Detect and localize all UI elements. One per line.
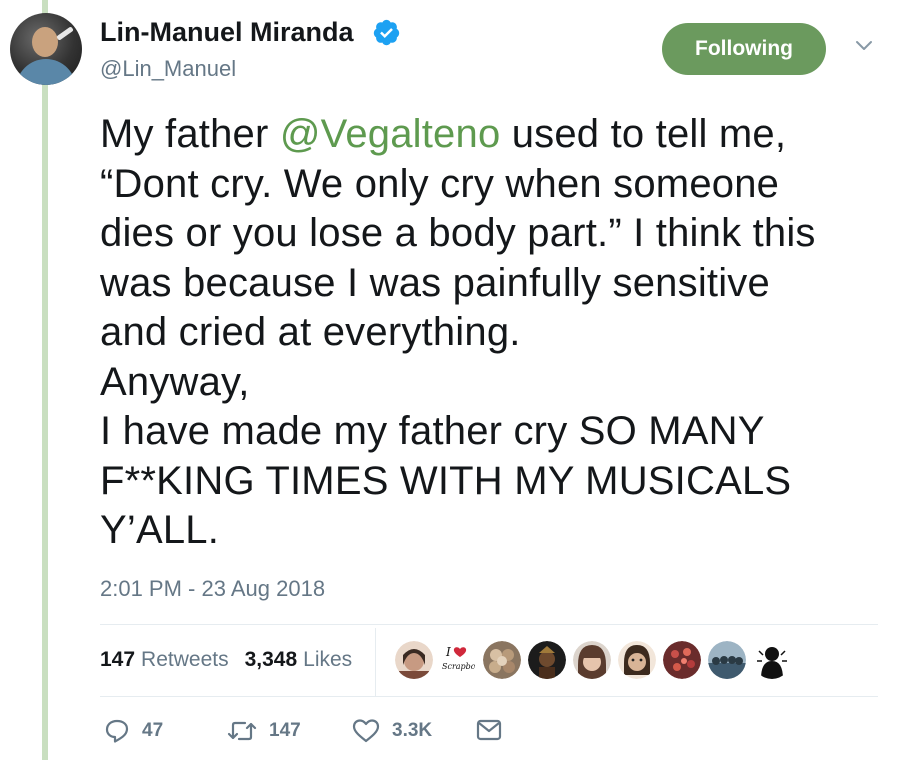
tweet-text-segment: My father — [100, 112, 280, 156]
liker-avatar[interactable] — [663, 641, 701, 679]
tweet-text: My father @Vegalteno used to tell me, “D… — [100, 110, 890, 556]
stats-separator — [375, 628, 376, 696]
retweet-icon — [227, 721, 257, 741]
mention-link[interactable]: @Vegalteno — [280, 112, 501, 156]
thread-line — [42, 0, 48, 760]
liker-avatar[interactable]: I Scrapbookin — [438, 641, 476, 679]
liker-avatar[interactable] — [618, 641, 656, 679]
liker-avatar[interactable] — [753, 641, 791, 679]
liker-avatar[interactable] — [395, 641, 433, 679]
tweet-line: “Dont cry. We only cry when someone — [100, 161, 780, 206]
tweet-text-segment: used to tell me, — [500, 112, 787, 156]
verified-badge-icon — [373, 19, 400, 46]
avatar-face — [32, 27, 58, 57]
reply-icon — [105, 719, 129, 743]
divider — [100, 696, 878, 697]
liker-avatar[interactable] — [573, 641, 611, 679]
tweet-line: was because I was painfully sensitive — [100, 260, 770, 305]
retweets-count: 147 — [100, 648, 136, 671]
tweet-line: F**KING TIMES WITH MY MUSICALS — [100, 458, 792, 503]
author-avatar[interactable] — [10, 13, 82, 85]
avatar-shirt — [16, 59, 76, 85]
author-handle[interactable]: @Lin_Manuel — [100, 56, 236, 82]
chevron-down-icon[interactable] — [854, 38, 874, 54]
envelope-icon — [476, 719, 502, 741]
like-count: 3.3K — [392, 720, 433, 741]
tweet-line: Anyway, — [100, 359, 250, 404]
direct-message-button[interactable] — [476, 718, 502, 742]
tweet-stats: 147 Retweets 3,348 Likes — [100, 648, 352, 672]
avatar-microphone — [56, 26, 74, 41]
retweets-stat[interactable]: 147 Retweets — [100, 648, 229, 672]
tweet-line: and cried at everything. — [100, 310, 521, 354]
divider — [100, 624, 878, 625]
heart-icon — [352, 719, 380, 743]
author-name[interactable]: Lin-Manuel Miranda — [100, 17, 354, 48]
likes-count: 3,348 — [244, 648, 298, 671]
tweet-line: My father @Vegalteno used to tell me, — [100, 110, 890, 160]
tweet-timestamp[interactable]: 2:01 PM - 23 Aug 2018 — [100, 576, 325, 602]
retweet-count: 147 — [269, 720, 301, 741]
liker-avatar[interactable] — [528, 641, 566, 679]
liker-avatar[interactable] — [708, 641, 746, 679]
reply-button[interactable]: 47 — [104, 718, 163, 744]
tweet-line: Y’ALL. — [100, 508, 220, 552]
like-button[interactable]: 3.3K — [352, 718, 432, 744]
tweet-line: dies or you lose a body part.” I think t… — [100, 211, 816, 255]
following-button[interactable]: Following — [662, 23, 826, 75]
retweet-button[interactable]: 147 — [227, 718, 301, 744]
retweets-label: Retweets — [141, 648, 229, 671]
svg-text:I: I — [445, 645, 451, 659]
svg-text:Scrapbookin: Scrapbookin — [442, 662, 476, 671]
tweet-line: I have made my father cry SO MANY — [100, 409, 765, 453]
liker-avatar[interactable] — [483, 641, 521, 679]
likes-stat[interactable]: 3,348 Likes — [245, 648, 353, 672]
likes-label: Likes — [303, 648, 353, 671]
reply-count: 47 — [142, 720, 164, 741]
